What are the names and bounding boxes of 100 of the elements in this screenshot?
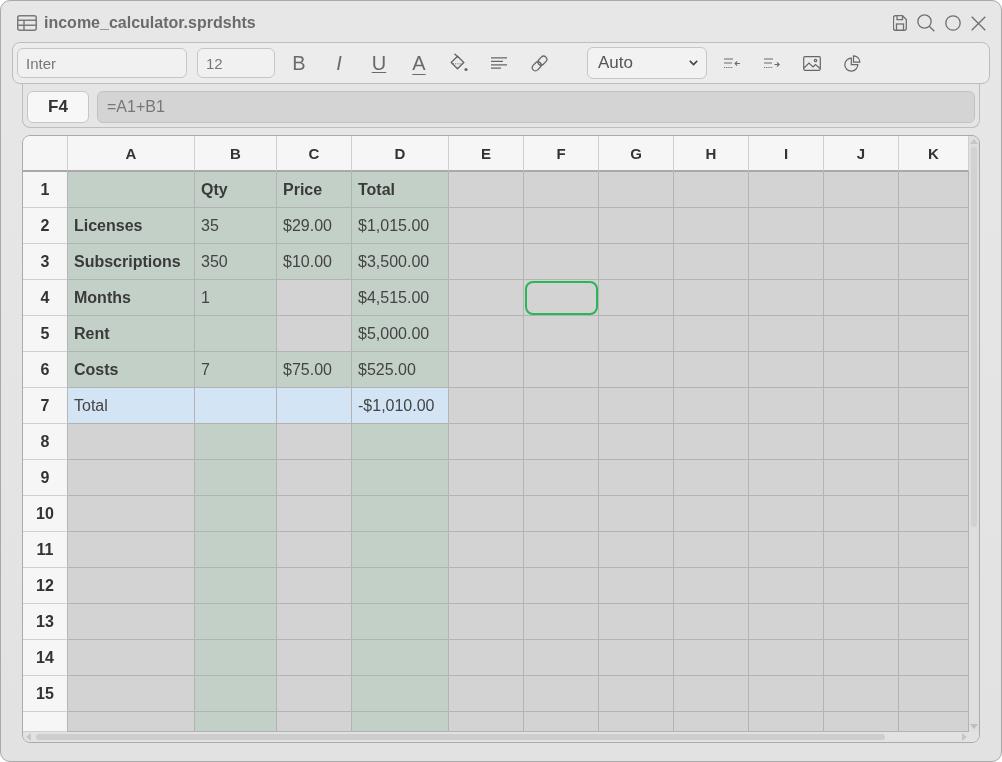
- table-cell[interactable]: [352, 568, 449, 604]
- table-cell[interactable]: Subscriptions: [68, 244, 195, 280]
- table-cell[interactable]: [599, 676, 674, 712]
- row-header[interactable]: 2: [23, 208, 68, 244]
- table-cell[interactable]: [195, 532, 277, 568]
- table-cell[interactable]: [749, 172, 824, 208]
- table-cell[interactable]: $3,500.00: [352, 244, 449, 280]
- search-button[interactable]: [917, 14, 935, 32]
- table-cell[interactable]: [749, 604, 824, 640]
- table-cell[interactable]: [449, 712, 524, 732]
- table-cell[interactable]: [674, 172, 749, 208]
- table-cell[interactable]: [749, 712, 824, 732]
- table-cell[interactable]: [449, 640, 524, 676]
- table-cell[interactable]: [524, 244, 599, 280]
- table-cell[interactable]: [524, 604, 599, 640]
- table-cell[interactable]: Total: [68, 388, 195, 424]
- font-size-field[interactable]: 12: [197, 48, 275, 78]
- table-cell[interactable]: [449, 244, 524, 280]
- table-cell[interactable]: [599, 208, 674, 244]
- table-cell[interactable]: [599, 352, 674, 388]
- table-cell[interactable]: [749, 640, 824, 676]
- table-cell[interactable]: [195, 496, 277, 532]
- horizontal-scrollbar[interactable]: [23, 732, 979, 742]
- table-cell[interactable]: Rent: [68, 316, 195, 352]
- table-cell[interactable]: [674, 496, 749, 532]
- maximize-button[interactable]: [945, 15, 961, 31]
- table-cell[interactable]: [68, 640, 195, 676]
- table-cell[interactable]: [824, 316, 899, 352]
- table-cell[interactable]: [824, 460, 899, 496]
- row-header[interactable]: 8: [23, 424, 68, 460]
- table-cell[interactable]: [68, 676, 195, 712]
- table-cell[interactable]: [195, 712, 277, 732]
- column-header[interactable]: B: [195, 136, 277, 172]
- table-cell[interactable]: [674, 208, 749, 244]
- table-cell[interactable]: [674, 712, 749, 732]
- column-header[interactable]: H: [674, 136, 749, 172]
- table-cell[interactable]: [899, 712, 969, 732]
- table-cell[interactable]: [899, 604, 969, 640]
- table-cell[interactable]: [449, 604, 524, 640]
- table-cell[interactable]: $525.00: [352, 352, 449, 388]
- row-header[interactable]: 11: [23, 532, 68, 568]
- table-cell[interactable]: [68, 172, 195, 208]
- table-cell[interactable]: [277, 568, 352, 604]
- bold-button[interactable]: B: [283, 48, 315, 78]
- table-cell[interactable]: [277, 280, 352, 316]
- column-header[interactable]: I: [749, 136, 824, 172]
- table-cell[interactable]: [599, 460, 674, 496]
- table-cell[interactable]: [68, 424, 195, 460]
- table-cell[interactable]: [599, 496, 674, 532]
- row-header[interactable]: 7: [23, 388, 68, 424]
- table-cell[interactable]: [352, 460, 449, 496]
- table-cell[interactable]: [749, 244, 824, 280]
- table-cell[interactable]: -$1,010.00: [352, 388, 449, 424]
- table-cell[interactable]: [68, 496, 195, 532]
- table-cell[interactable]: 350: [195, 244, 277, 280]
- table-cell[interactable]: [599, 712, 674, 732]
- table-cell[interactable]: [599, 604, 674, 640]
- table-cell[interactable]: [899, 460, 969, 496]
- table-cell[interactable]: [449, 316, 524, 352]
- table-cell[interactable]: [524, 640, 599, 676]
- table-cell[interactable]: [195, 388, 277, 424]
- table-cell[interactable]: [352, 604, 449, 640]
- table-cell[interactable]: [524, 424, 599, 460]
- row-header[interactable]: [23, 712, 68, 732]
- table-cell[interactable]: [599, 640, 674, 676]
- table-cell[interactable]: [674, 460, 749, 496]
- table-cell[interactable]: Months: [68, 280, 195, 316]
- save-button[interactable]: [893, 15, 907, 31]
- table-cell[interactable]: [824, 424, 899, 460]
- table-cell[interactable]: $1,015.00: [352, 208, 449, 244]
- table-cell[interactable]: [449, 388, 524, 424]
- table-cell[interactable]: [899, 244, 969, 280]
- text-color-button[interactable]: A: [403, 48, 435, 78]
- table-cell[interactable]: [599, 172, 674, 208]
- table-cell[interactable]: [524, 676, 599, 712]
- column-header[interactable]: F: [524, 136, 599, 172]
- table-cell[interactable]: [749, 388, 824, 424]
- table-cell[interactable]: [674, 388, 749, 424]
- table-cell[interactable]: [899, 388, 969, 424]
- table-cell[interactable]: [195, 316, 277, 352]
- table-cell[interactable]: [749, 568, 824, 604]
- table-cell[interactable]: [449, 496, 524, 532]
- cell-reference-field[interactable]: F4: [27, 90, 89, 123]
- table-cell[interactable]: [277, 532, 352, 568]
- column-header[interactable]: D: [352, 136, 449, 172]
- table-cell[interactable]: [899, 316, 969, 352]
- table-cell[interactable]: 7: [195, 352, 277, 388]
- table-cell[interactable]: [524, 280, 599, 316]
- table-cell[interactable]: [449, 568, 524, 604]
- table-cell[interactable]: $29.00: [277, 208, 352, 244]
- vertical-scrollbar[interactable]: [969, 136, 979, 732]
- table-cell[interactable]: [824, 208, 899, 244]
- table-cell[interactable]: [824, 532, 899, 568]
- table-cell[interactable]: [352, 676, 449, 712]
- table-cell[interactable]: [749, 496, 824, 532]
- table-cell[interactable]: [524, 352, 599, 388]
- table-cell[interactable]: [352, 532, 449, 568]
- table-cell[interactable]: [195, 424, 277, 460]
- row-header[interactable]: 6: [23, 352, 68, 388]
- table-cell[interactable]: [824, 388, 899, 424]
